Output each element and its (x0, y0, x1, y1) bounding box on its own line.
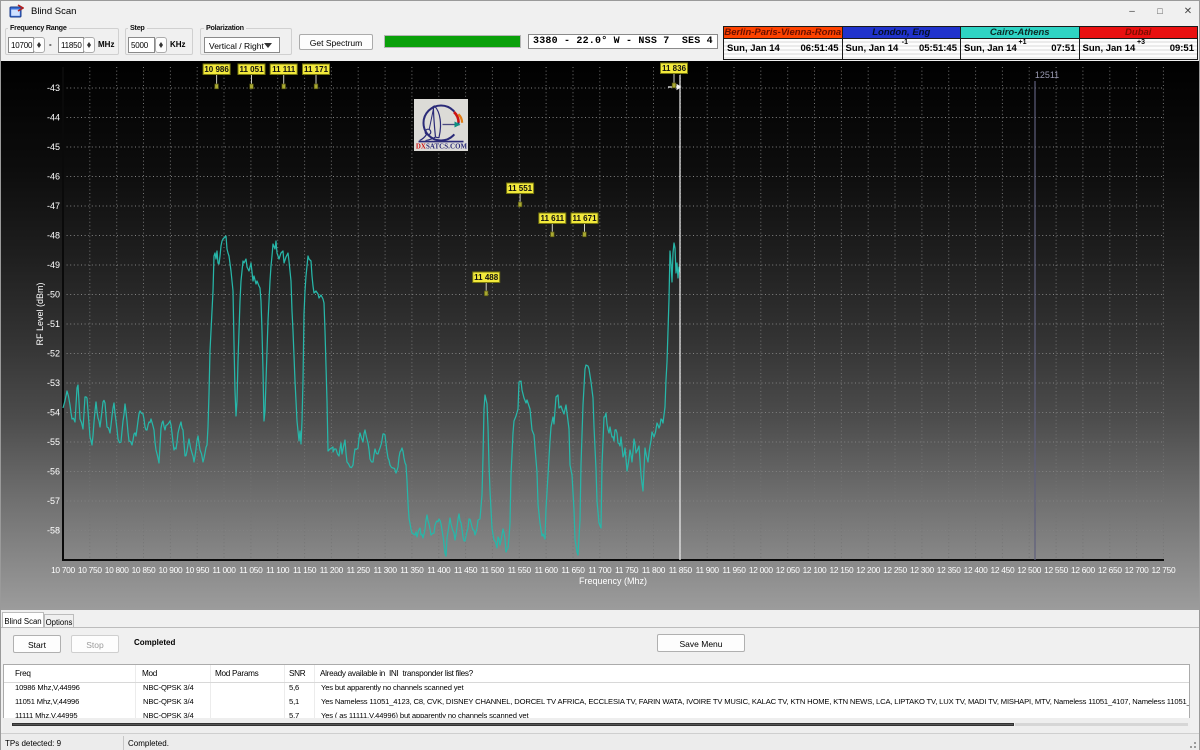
svg-text:-45: -45 (47, 142, 60, 152)
svg-text:11 000: 11 000 (212, 565, 236, 575)
svg-text:-54: -54 (47, 408, 60, 418)
svg-text:Frequency (Mhz): Frequency (Mhz) (579, 576, 647, 586)
svg-text:-47: -47 (47, 201, 60, 211)
svg-text:12 650: 12 650 (1098, 565, 1122, 575)
svg-text:12 350: 12 350 (937, 565, 961, 575)
svg-text:11 550: 11 550 (508, 565, 532, 575)
svg-text:10 800: 10 800 (105, 565, 129, 575)
svg-text:12 100: 12 100 (803, 565, 827, 575)
svg-text:-50: -50 (47, 290, 60, 300)
svg-text:12 000: 12 000 (749, 565, 773, 575)
svg-text:11 500: 11 500 (481, 565, 505, 575)
svg-text:12 500: 12 500 (1017, 565, 1041, 575)
svg-text:11 671: 11 671 (572, 214, 597, 223)
svg-text:11 051: 11 051 (239, 65, 264, 74)
svg-text:11 350: 11 350 (400, 565, 424, 575)
svg-text:10 750: 10 750 (78, 565, 102, 575)
svg-text:-56: -56 (47, 467, 60, 477)
svg-text:RF Level (dBm): RF Level (dBm) (35, 282, 45, 345)
svg-text:11 200: 11 200 (320, 565, 344, 575)
svg-text:DXSATCS.COM: DXSATCS.COM (416, 144, 468, 151)
svg-text:12 550: 12 550 (1044, 565, 1068, 575)
svg-text:11 650: 11 650 (561, 565, 585, 575)
svg-text:11 450: 11 450 (454, 565, 478, 575)
svg-text:-48: -48 (47, 231, 60, 241)
svg-text:11 836: 11 836 (662, 64, 687, 73)
svg-text:-57: -57 (47, 496, 60, 506)
svg-text:12 750: 12 750 (1151, 565, 1175, 575)
svg-text:11 551: 11 551 (508, 184, 533, 193)
svg-text:11 100: 11 100 (266, 565, 290, 575)
svg-text:12 700: 12 700 (1125, 565, 1149, 575)
svg-text:12 450: 12 450 (990, 565, 1014, 575)
svg-text:12511: 12511 (1035, 70, 1059, 80)
svg-text:10 850: 10 850 (132, 565, 156, 575)
svg-text:12 050: 12 050 (776, 565, 800, 575)
svg-text:11 250: 11 250 (347, 565, 371, 575)
svg-text:11 171: 11 171 (304, 65, 329, 74)
svg-text:10 950: 10 950 (185, 565, 209, 575)
svg-text:11 488: 11 488 (474, 273, 499, 282)
svg-text:11 750: 11 750 (615, 565, 639, 575)
svg-text:12 200: 12 200 (856, 565, 880, 575)
svg-text:12 600: 12 600 (1071, 565, 1095, 575)
svg-text:11 400: 11 400 (427, 565, 451, 575)
svg-text:12 150: 12 150 (829, 565, 853, 575)
svg-text:10 700: 10 700 (51, 565, 75, 575)
svg-text:-46: -46 (47, 172, 60, 182)
svg-text:-49: -49 (47, 260, 60, 270)
svg-text:-58: -58 (47, 526, 60, 536)
svg-text:11 950: 11 950 (722, 565, 746, 575)
svg-text:-52: -52 (47, 349, 60, 359)
svg-text:11 300: 11 300 (373, 565, 397, 575)
svg-text:11 850: 11 850 (669, 565, 693, 575)
svg-text:12 300: 12 300 (910, 565, 934, 575)
svg-text:11 150: 11 150 (293, 565, 317, 575)
svg-text:11 611: 11 611 (541, 214, 565, 223)
svg-text:-55: -55 (47, 437, 60, 447)
svg-text:11 050: 11 050 (239, 565, 263, 575)
svg-text:11 900: 11 900 (696, 565, 720, 575)
svg-text:12 250: 12 250 (883, 565, 907, 575)
svg-text:-51: -51 (47, 319, 60, 329)
svg-text:11 600: 11 600 (534, 565, 558, 575)
svg-text:-53: -53 (47, 378, 60, 388)
svg-text:11 111: 11 111 (272, 65, 296, 74)
svg-text:11 800: 11 800 (642, 565, 666, 575)
svg-text:-44: -44 (47, 113, 60, 123)
svg-text:11 700: 11 700 (588, 565, 612, 575)
svg-text:10 986: 10 986 (204, 65, 229, 74)
svg-text:-43: -43 (47, 83, 60, 93)
svg-text:10 900: 10 900 (158, 565, 182, 575)
svg-text:12 400: 12 400 (964, 565, 988, 575)
